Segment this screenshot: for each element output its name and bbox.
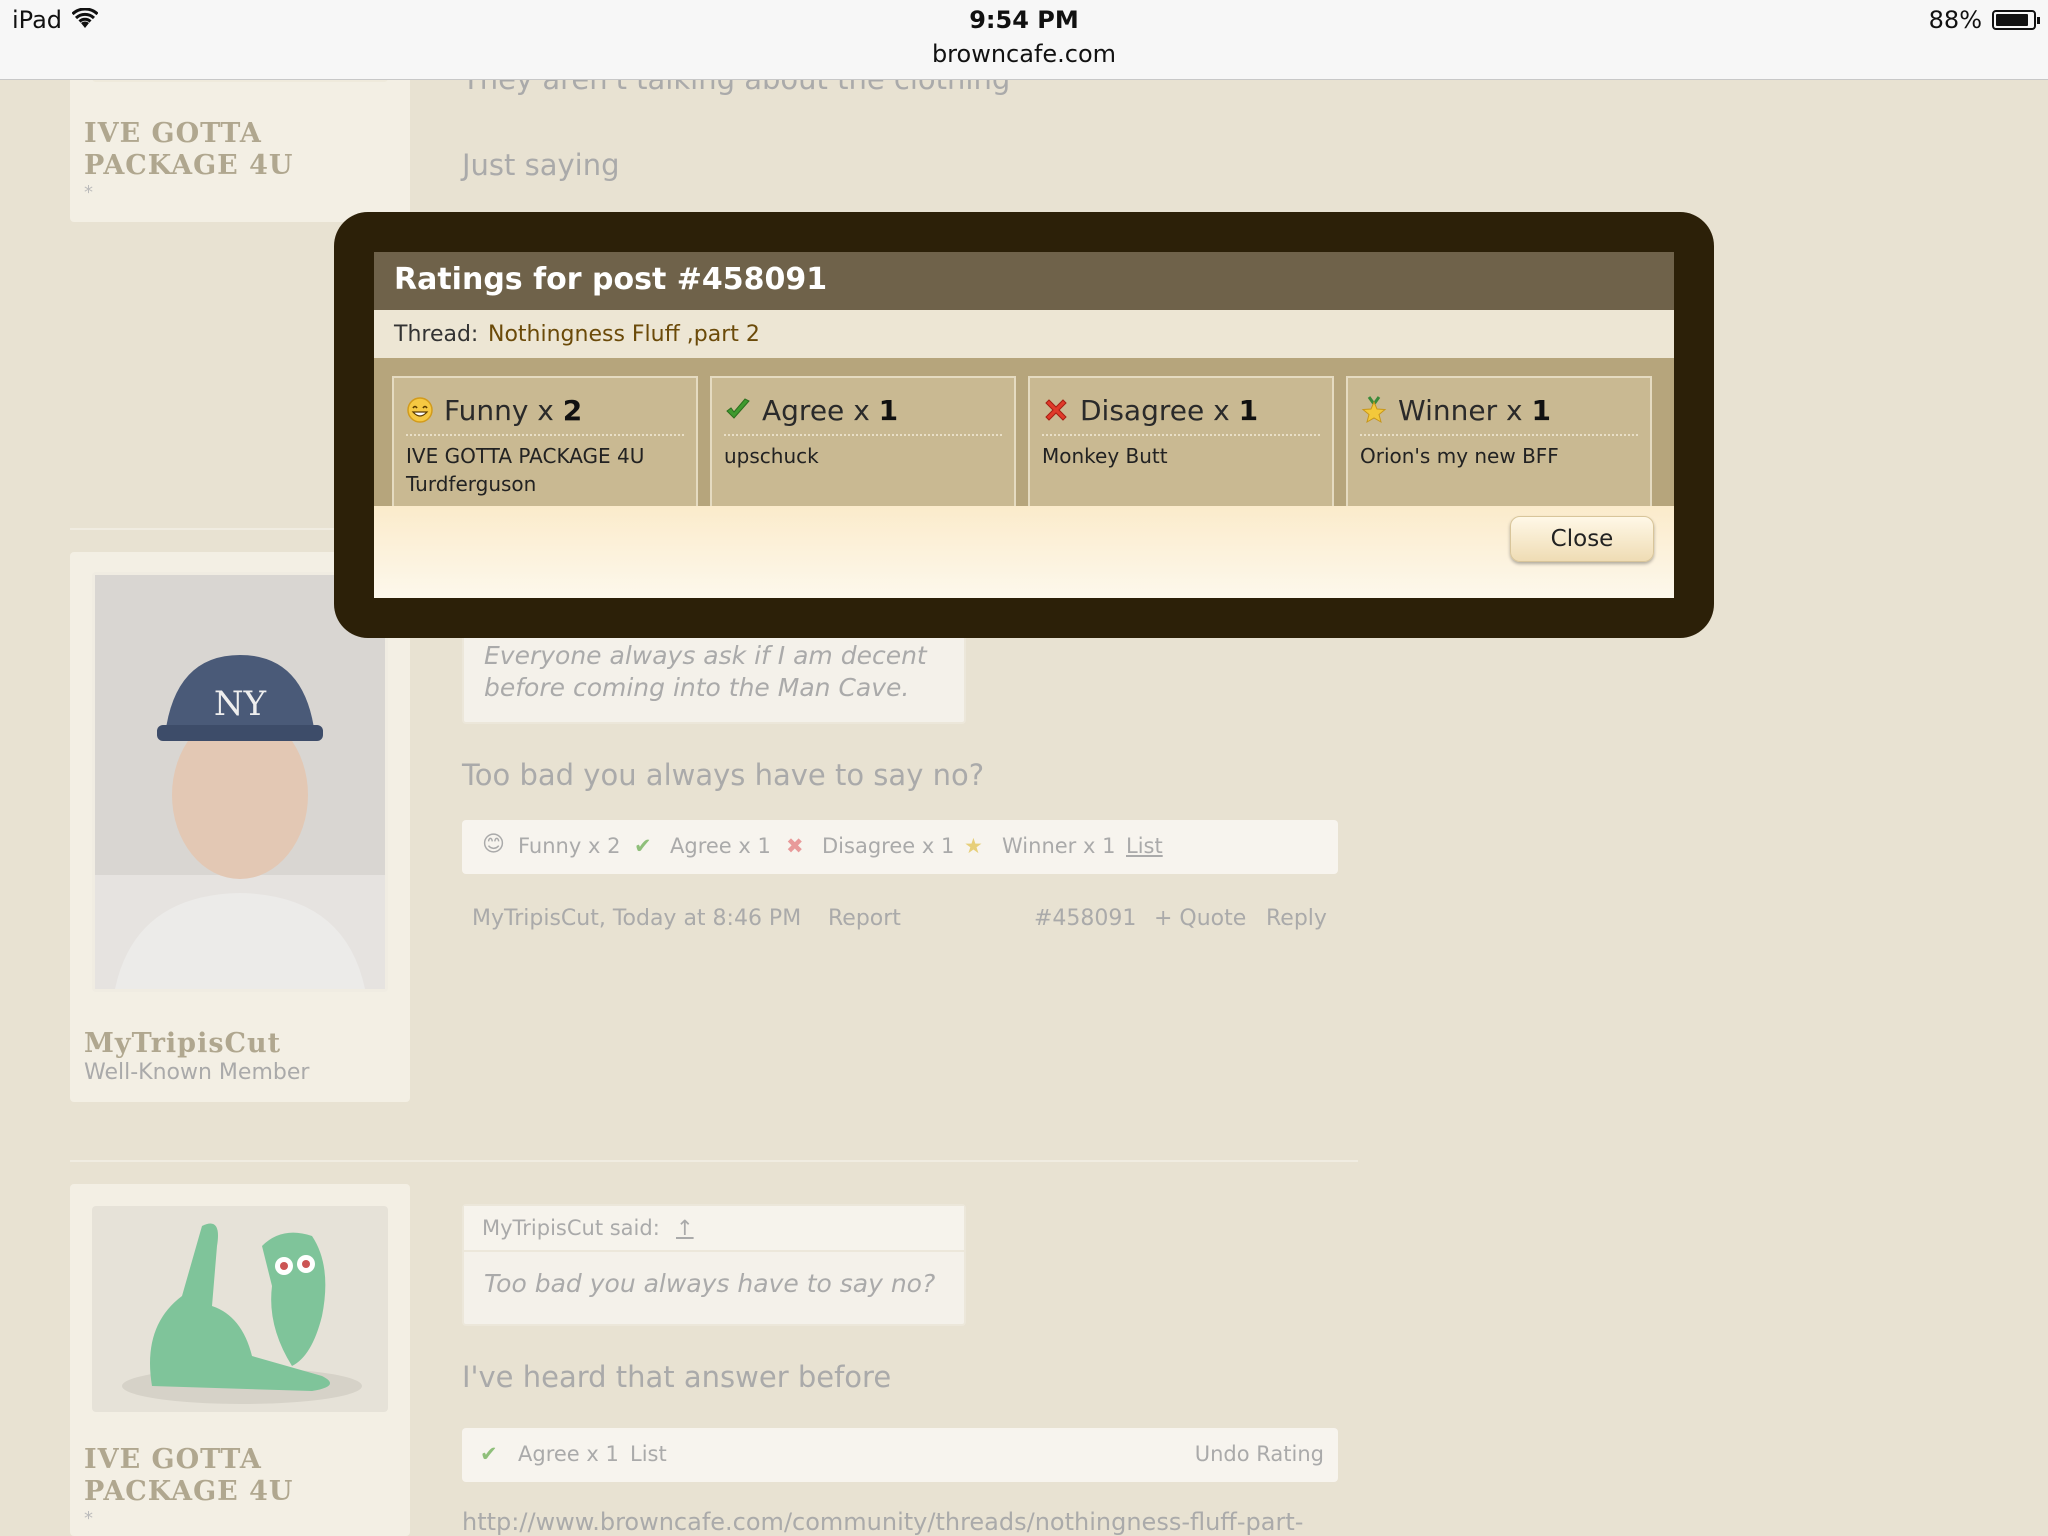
svg-text:NY: NY: [214, 684, 267, 724]
user-name-link[interactable]: IVE GOTTA PACKAGE 4U: [84, 118, 404, 182]
rating-name: Winner x 1: [1398, 394, 1551, 427]
quote-text: Too bad you always have to say no?: [484, 1269, 936, 1298]
ratings-list: Funny x 2 IVE GOTTA PACKAGE 4U Turdfergu…: [374, 358, 1674, 508]
user-rank-star: *: [84, 1508, 93, 1529]
close-button[interactable]: Close: [1510, 516, 1654, 562]
report-link[interactable]: Report: [828, 906, 901, 931]
thread-bar: Thread: Nothingness Fluff ,part 2: [374, 310, 1674, 360]
rating-name: Funny x 2: [444, 394, 583, 427]
red-x-icon: [1045, 399, 1067, 421]
quote-link[interactable]: + Quote: [1154, 906, 1246, 931]
post-message: Just saying: [462, 148, 620, 182]
quote-author: MyTripisCut said:: [482, 1216, 660, 1240]
post-divider: [70, 1160, 1358, 1162]
battery-icon: [1992, 10, 2040, 30]
post-message: Too bad you always have to say no?: [462, 758, 985, 792]
rating-card-disagree: Disagree x 1 Monkey Butt: [1028, 376, 1334, 508]
rating-agree[interactable]: Agree x 1: [670, 834, 771, 858]
avatar[interactable]: [92, 1206, 388, 1412]
checkmark-icon: ✔: [634, 834, 652, 858]
rater-user-link[interactable]: Turdferguson: [406, 470, 644, 498]
rating-card-winner: Winner x 1 Orion's my new BFF: [1346, 376, 1652, 508]
rating-card-agree: Agree x 1 upschuck: [710, 376, 1016, 508]
modal-footer: Close: [374, 506, 1674, 598]
ratings-list-link[interactable]: List: [1126, 834, 1163, 858]
user-rank-star: *: [84, 182, 93, 203]
post-url-link[interactable]: http://www.browncafe.com/community/threa…: [462, 1508, 1338, 1536]
modal-title: Ratings for post #458091: [394, 262, 828, 297]
ios-status-bar: iPad 9:54 PM browncafe.com 88%: [0, 0, 2048, 80]
reply-link[interactable]: Reply: [1266, 906, 1327, 931]
rating-funny[interactable]: Funny x 2: [518, 834, 620, 858]
modal-title-bar: Ratings for post #458091: [374, 252, 1674, 310]
post-author-time[interactable]: MyTripisCut, Today at 8:46 PM: [472, 906, 801, 931]
rating-disagree[interactable]: Disagree x 1: [822, 834, 954, 858]
post-ratings-bar: ✔ Agree x 1 List Undo Rating: [462, 1428, 1338, 1482]
user-name-link[interactable]: MyTripisCut: [84, 1028, 281, 1060]
post-message: I've heard that answer before: [462, 1360, 892, 1394]
winner-star-icon: ★: [964, 834, 983, 858]
clock: 9:54 PM: [969, 6, 1079, 34]
ratings-overlay: Ratings for post #458091 Thread: Nothing…: [334, 212, 1714, 638]
quote-block: MyTripisCut said: ↑ Too bad you always h…: [462, 1204, 966, 1326]
user-title: Well-Known Member: [84, 1060, 310, 1085]
avatar[interactable]: NY: [92, 572, 388, 992]
address-bar-url[interactable]: browncafe.com: [0, 40, 2048, 68]
smiley-icon: 😊: [482, 832, 505, 857]
checkmark-icon: ✔: [480, 1442, 498, 1466]
rating-name: Agree x 1: [762, 394, 899, 427]
checkmark-icon: [726, 398, 750, 419]
rater-user-link[interactable]: upschuck: [724, 442, 819, 470]
quote-source-arrow-icon[interactable]: ↑: [676, 1216, 694, 1240]
rater-user-link[interactable]: IVE GOTTA PACKAGE 4U: [406, 442, 644, 470]
avatar-photo-icon: NY: [95, 575, 385, 989]
ratings-modal: Ratings for post #458091 Thread: Nothing…: [374, 252, 1674, 598]
red-x-icon: ✖: [786, 834, 804, 858]
rating-name: Disagree x 1: [1080, 394, 1259, 427]
battery-percentage: 88%: [1928, 6, 1982, 34]
post-ratings-bar: 😊 Funny x 2 ✔ Agree x 1 ✖ Disagree x 1 ★…: [462, 820, 1338, 874]
avatar-gumby-icon: [122, 1223, 362, 1404]
winner-star-icon: [1361, 396, 1387, 424]
rater-user-link[interactable]: Monkey Butt: [1042, 442, 1168, 470]
rating-agree[interactable]: Agree x 1: [518, 1442, 619, 1466]
undo-rating-link[interactable]: Undo Rating: [1195, 1442, 1324, 1466]
smiley-icon: [407, 397, 433, 423]
quote-text: Everyone always ask if I am decent befor…: [484, 641, 927, 702]
thread-title-link[interactable]: Nothingness Fluff ,part 2: [488, 322, 760, 347]
user-name-link[interactable]: IVE GOTTA PACKAGE 4U: [84, 1444, 404, 1508]
rating-card-funny: Funny x 2 IVE GOTTA PACKAGE 4U Turdfergu…: [392, 376, 698, 508]
rater-user-link[interactable]: Orion's my new BFF: [1360, 442, 1559, 470]
ratings-list-link[interactable]: List: [630, 1442, 667, 1466]
thread-label: Thread:: [394, 322, 479, 347]
post-number-link[interactable]: #458091: [1034, 906, 1136, 931]
rating-winner[interactable]: Winner x 1: [1002, 834, 1115, 858]
